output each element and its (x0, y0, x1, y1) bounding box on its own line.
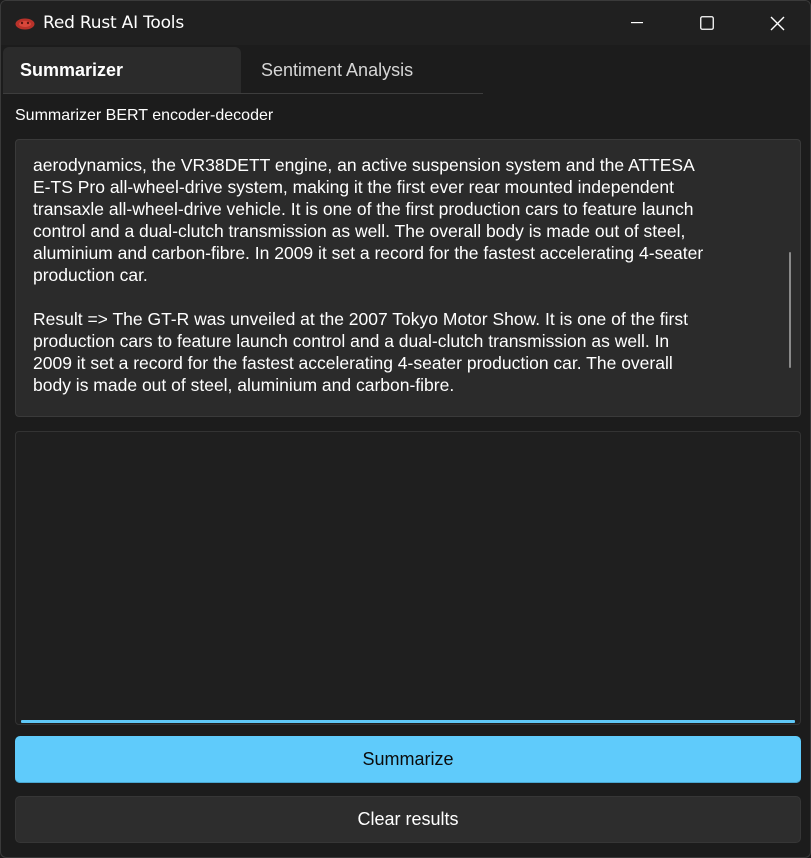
tab-sentiment-analysis[interactable]: Sentiment Analysis (243, 47, 483, 93)
result-text: aerodynamics, the VR38DETT engine, an ac… (33, 155, 704, 395)
minimize-button[interactable] (602, 1, 672, 45)
result-text-area[interactable]: aerodynamics, the VR38DETT engine, an ac… (15, 139, 801, 417)
input-focus-underline (21, 720, 795, 723)
red-rust-logo-icon (15, 17, 35, 30)
window-title: Red Rust AI Tools (43, 13, 184, 33)
summarize-button[interactable]: Summarize (15, 736, 801, 783)
clear-results-button-label: Clear results (357, 809, 459, 829)
summary-input[interactable] (16, 432, 800, 724)
tab-label: Summarizer (20, 59, 124, 80)
close-icon (770, 16, 785, 31)
clear-results-button[interactable]: Clear results (15, 796, 801, 843)
section-label: Summarizer BERT encoder-decoder (15, 107, 274, 124)
summarize-button-label: Summarize (362, 749, 454, 769)
tab-bar: Summarizer Sentiment Analysis (3, 47, 483, 94)
title-bar[interactable]: Red Rust AI Tools (1, 1, 810, 45)
app-window: Red Rust AI Tools Summarizer Sentiment A… (0, 0, 811, 858)
maximize-button[interactable] (672, 1, 742, 45)
input-text-area[interactable] (15, 431, 801, 725)
minimize-icon (631, 22, 643, 24)
maximize-icon (700, 16, 714, 30)
tab-summarizer[interactable]: Summarizer (3, 47, 241, 93)
tab-label: Sentiment Analysis (261, 59, 414, 80)
result-scrollbar[interactable] (789, 252, 791, 368)
close-button[interactable] (742, 1, 810, 45)
